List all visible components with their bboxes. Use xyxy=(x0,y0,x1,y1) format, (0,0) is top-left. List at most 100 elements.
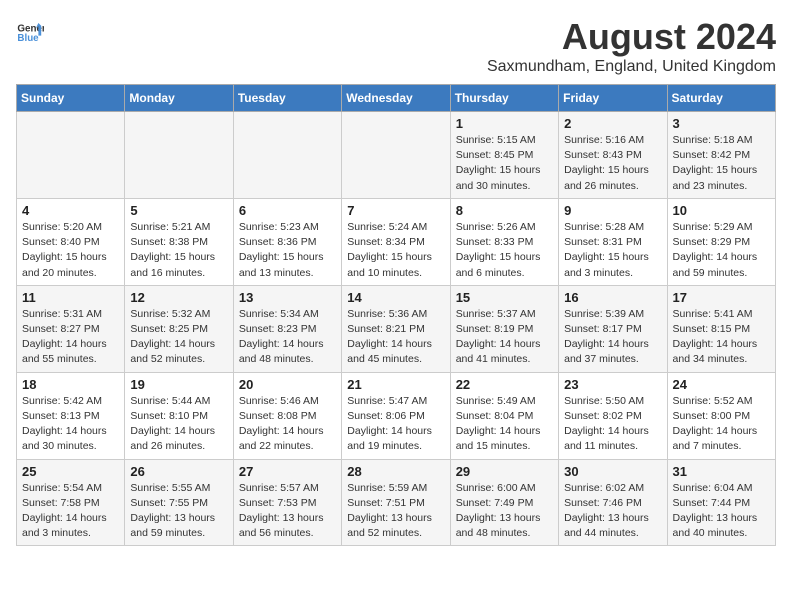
day-cell: 13 Sunrise: 5:34 AM Sunset: 8:23 PM Dayli… xyxy=(233,285,341,372)
day-number: 22 xyxy=(456,377,553,392)
day-cell: 19Sunrise: 5:44 AM Sunset: 8:10 PM Dayli… xyxy=(125,372,233,459)
week-row-3: 18 Sunrise: 5:42 AM Sunset: 8:13 PM Dayli… xyxy=(17,372,776,459)
day-detail: Sunrise: 5:15 AM Sunset: 8:45 PM Dayligh… xyxy=(456,133,553,194)
day-number: 1 xyxy=(456,116,553,131)
day-number: 12 xyxy=(130,290,227,305)
day-cell: 11 Sunrise: 5:31 AM Sunset: 8:27 PM Dayli… xyxy=(17,285,125,372)
day-detail: Sunrise: 5:21 AM Sunset: 8:38 PM Dayligh… xyxy=(130,220,227,281)
day-cell: 16 Sunrise: 5:39 AM Sunset: 8:17 PM Dayli… xyxy=(559,285,667,372)
day-cell: 6 Sunrise: 5:23 AM Sunset: 8:36 PM Daylig… xyxy=(233,198,341,285)
day-cell: 24 Sunrise: 5:52 AM Sunset: 8:00 PM Dayli… xyxy=(667,372,775,459)
day-cell: 31 Sunrise: 6:04 AM Sunset: 7:44 PM Dayli… xyxy=(667,459,775,546)
day-detail: Sunrise: 5:39 AM Sunset: 8:17 PM Dayligh… xyxy=(564,307,661,368)
day-cell: 14 Sunrise: 5:36 AM Sunset: 8:21 PM Dayli… xyxy=(342,285,450,372)
day-cell: 20 Sunrise: 5:46 AM Sunset: 8:08 PM Dayli… xyxy=(233,372,341,459)
calendar-table: Sunday Monday Tuesday Wednesday Thursday… xyxy=(16,84,776,546)
day-number: 15 xyxy=(456,290,553,305)
day-detail: Sunrise: 5:49 AM Sunset: 8:04 PM Dayligh… xyxy=(456,394,553,455)
svg-text:Blue: Blue xyxy=(17,33,39,44)
day-cell: 25Sunrise: 5:54 AM Sunset: 7:58 PM Dayli… xyxy=(17,459,125,546)
calendar-body: 1 Sunrise: 5:15 AM Sunset: 8:45 PM Daylig… xyxy=(17,112,776,546)
col-sunday: Sunday xyxy=(17,85,125,112)
day-cell: 2 Sunrise: 5:16 AM Sunset: 8:43 PM Daylig… xyxy=(559,112,667,199)
day-number: 27 xyxy=(239,464,336,479)
day-number: 19 xyxy=(130,377,227,392)
title-block: August 2024 Saxmundham, England, United … xyxy=(487,16,776,76)
header-row: Sunday Monday Tuesday Wednesday Thursday… xyxy=(17,85,776,112)
day-cell: 5 Sunrise: 5:21 AM Sunset: 8:38 PM Daylig… xyxy=(125,198,233,285)
day-detail: Sunrise: 5:57 AM Sunset: 7:53 PM Dayligh… xyxy=(239,481,336,542)
day-cell: 21 Sunrise: 5:47 AM Sunset: 8:06 PM Dayli… xyxy=(342,372,450,459)
day-cell: 8Sunrise: 5:26 AM Sunset: 8:33 PM Daylig… xyxy=(450,198,558,285)
col-saturday: Saturday xyxy=(667,85,775,112)
day-detail: Sunrise: 5:52 AM Sunset: 8:00 PM Dayligh… xyxy=(673,394,770,455)
day-cell: 1 Sunrise: 5:15 AM Sunset: 8:45 PM Daylig… xyxy=(450,112,558,199)
day-detail: Sunrise: 5:50 AM Sunset: 8:02 PM Dayligh… xyxy=(564,394,661,455)
day-detail: Sunrise: 5:37 AM Sunset: 8:19 PM Dayligh… xyxy=(456,307,553,368)
day-number: 29 xyxy=(456,464,553,479)
day-detail: Sunrise: 5:16 AM Sunset: 8:43 PM Dayligh… xyxy=(564,133,661,194)
day-number: 28 xyxy=(347,464,444,479)
day-number: 13 xyxy=(239,290,336,305)
day-cell xyxy=(342,112,450,199)
day-number: 2 xyxy=(564,116,661,131)
day-number: 11 xyxy=(22,290,119,305)
day-cell: 30Sunrise: 6:02 AM Sunset: 7:46 PM Dayli… xyxy=(559,459,667,546)
day-number: 21 xyxy=(347,377,444,392)
day-number: 18 xyxy=(22,377,119,392)
day-number: 9 xyxy=(564,203,661,218)
col-wednesday: Wednesday xyxy=(342,85,450,112)
logo-icon: General Blue xyxy=(16,16,44,44)
day-number: 20 xyxy=(239,377,336,392)
day-detail: Sunrise: 5:24 AM Sunset: 8:34 PM Dayligh… xyxy=(347,220,444,281)
day-cell: 23Sunrise: 5:50 AM Sunset: 8:02 PM Dayli… xyxy=(559,372,667,459)
day-detail: Sunrise: 6:04 AM Sunset: 7:44 PM Dayligh… xyxy=(673,481,770,542)
col-friday: Friday xyxy=(559,85,667,112)
day-detail: Sunrise: 6:02 AM Sunset: 7:46 PM Dayligh… xyxy=(564,481,661,542)
day-detail: Sunrise: 5:42 AM Sunset: 8:13 PM Dayligh… xyxy=(22,394,119,455)
day-cell: 15 Sunrise: 5:37 AM Sunset: 8:19 PM Dayli… xyxy=(450,285,558,372)
day-detail: Sunrise: 5:23 AM Sunset: 8:36 PM Dayligh… xyxy=(239,220,336,281)
day-cell xyxy=(125,112,233,199)
col-thursday: Thursday xyxy=(450,85,558,112)
day-cell: 26Sunrise: 5:55 AM Sunset: 7:55 PM Dayli… xyxy=(125,459,233,546)
day-number: 31 xyxy=(673,464,770,479)
page-header: General Blue August 2024 Saxmundham, Eng… xyxy=(16,16,776,76)
week-row-0: 1 Sunrise: 5:15 AM Sunset: 8:45 PM Daylig… xyxy=(17,112,776,199)
day-detail: Sunrise: 5:34 AM Sunset: 8:23 PM Dayligh… xyxy=(239,307,336,368)
day-detail: Sunrise: 5:47 AM Sunset: 8:06 PM Dayligh… xyxy=(347,394,444,455)
day-number: 6 xyxy=(239,203,336,218)
day-number: 14 xyxy=(347,290,444,305)
day-detail: Sunrise: 5:29 AM Sunset: 8:29 PM Dayligh… xyxy=(673,220,770,281)
day-number: 3 xyxy=(673,116,770,131)
day-detail: Sunrise: 6:00 AM Sunset: 7:49 PM Dayligh… xyxy=(456,481,553,542)
day-detail: Sunrise: 5:59 AM Sunset: 7:51 PM Dayligh… xyxy=(347,481,444,542)
day-number: 26 xyxy=(130,464,227,479)
day-detail: Sunrise: 5:36 AM Sunset: 8:21 PM Dayligh… xyxy=(347,307,444,368)
day-cell xyxy=(233,112,341,199)
day-detail: Sunrise: 5:31 AM Sunset: 8:27 PM Dayligh… xyxy=(22,307,119,368)
day-detail: Sunrise: 5:46 AM Sunset: 8:08 PM Dayligh… xyxy=(239,394,336,455)
day-cell: 27 Sunrise: 5:57 AM Sunset: 7:53 PM Dayli… xyxy=(233,459,341,546)
day-detail: Sunrise: 5:20 AM Sunset: 8:40 PM Dayligh… xyxy=(22,220,119,281)
day-number: 5 xyxy=(130,203,227,218)
day-cell: 22 Sunrise: 5:49 AM Sunset: 8:04 PM Dayli… xyxy=(450,372,558,459)
day-cell: 4 Sunrise: 5:20 AM Sunset: 8:40 PM Daylig… xyxy=(17,198,125,285)
day-number: 24 xyxy=(673,377,770,392)
day-cell: 9 Sunrise: 5:28 AM Sunset: 8:31 PM Daylig… xyxy=(559,198,667,285)
day-cell: 17Sunrise: 5:41 AM Sunset: 8:15 PM Dayli… xyxy=(667,285,775,372)
week-row-4: 25Sunrise: 5:54 AM Sunset: 7:58 PM Dayli… xyxy=(17,459,776,546)
calendar-header: Sunday Monday Tuesday Wednesday Thursday… xyxy=(17,85,776,112)
day-number: 17 xyxy=(673,290,770,305)
logo: General Blue xyxy=(16,16,44,44)
day-detail: Sunrise: 5:28 AM Sunset: 8:31 PM Dayligh… xyxy=(564,220,661,281)
day-number: 4 xyxy=(22,203,119,218)
day-cell: 3Sunrise: 5:18 AM Sunset: 8:42 PM Daylig… xyxy=(667,112,775,199)
day-cell: 7Sunrise: 5:24 AM Sunset: 8:34 PM Daylig… xyxy=(342,198,450,285)
page-subtitle: Saxmundham, England, United Kingdom xyxy=(487,58,776,76)
day-cell: 18 Sunrise: 5:42 AM Sunset: 8:13 PM Dayli… xyxy=(17,372,125,459)
day-cell: 10Sunrise: 5:29 AM Sunset: 8:29 PM Dayli… xyxy=(667,198,775,285)
day-number: 16 xyxy=(564,290,661,305)
page-title: August 2024 xyxy=(487,16,776,58)
day-number: 8 xyxy=(456,203,553,218)
